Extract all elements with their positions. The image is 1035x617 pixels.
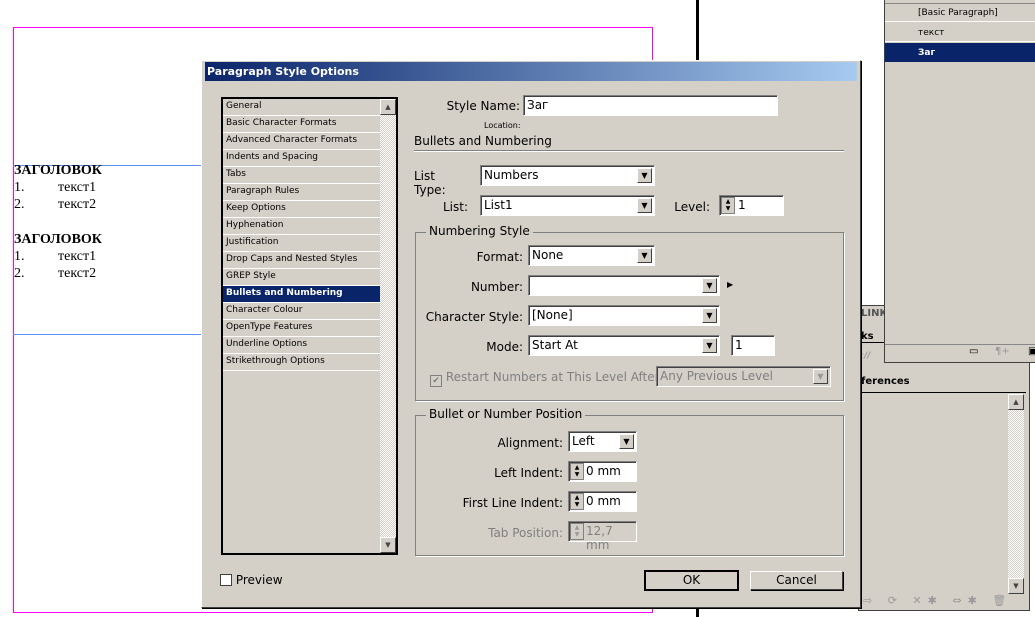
links-toolbar-icons[interactable]: ⇨ ⟳ ✕✱ ⇔✱ 🗑 [863,594,1012,607]
scroll-up-icon[interactable]: ▲ [380,99,396,115]
heading: ЗАГОЛОВОК [14,232,102,247]
group-title: Numbering Style [426,224,533,238]
checkbox-checked-icon: ✔ [430,375,442,387]
new-group-icon[interactable]: ▭ [969,346,978,357]
category-item[interactable]: Indents and Spacing [223,150,381,167]
level-stepper[interactable]: ▲ ▼ 1 [719,195,784,216]
cancel-button[interactable]: Cancel [750,571,843,590]
number-label: Number: [470,280,523,294]
group-title: Bullet or Number Position [426,407,586,421]
chevron-down-icon[interactable]: ▼ [619,434,634,449]
panel-icon[interactable]: ▣ [1028,346,1035,357]
list-label: List: [442,200,468,214]
stepper-arrows-icon[interactable]: ▲ ▼ [721,197,735,214]
paragraph-styles-panel: [Basic Paragraph] текст Заг ▭ ¶+ ▣ [884,0,1035,363]
insert-special-arrow-icon[interactable]: ▶ [727,280,733,289]
character-style-label: Character Style: [425,310,523,324]
format-select[interactable]: None ▼ [528,245,655,266]
preview-checkbox[interactable]: Preview [220,573,283,587]
start-at-input[interactable]: 1 [731,335,775,356]
style-item[interactable]: текст [885,23,1035,42]
number-input[interactable]: ▼ [528,275,720,296]
stepper-arrows-icon[interactable]: ▲ ▼ [570,493,584,510]
paragraph-style-options-dialog: Paragraph Style Options ▲ ▼ General Basic… [201,60,861,608]
numbering-style-group: Numbering Style Format: None ▼ Number: ▼ … [415,224,844,401]
heading: ЗАГОЛОВОК [14,163,102,178]
category-item[interactable]: Keep Options [223,201,381,218]
stepper-arrows-icon[interactable]: ▲ ▼ [570,463,584,480]
chevron-down-icon[interactable]: ▼ [637,168,652,183]
tab-position-stepper: ▲ ▼ 12,7 mm [568,521,637,552]
list-item: 1. текст1 [14,249,97,264]
category-scrollbar[interactable]: ▲ ▼ [380,99,396,553]
location-label: Location: [484,121,521,130]
style-name-input[interactable]: Заг [523,95,778,116]
chevron-down-icon: ▼ [813,369,828,384]
chevron-down-icon[interactable]: ▼ [702,308,717,323]
tab-position-label: Tab Position: [488,526,563,540]
chevron-down-icon[interactable]: ▼ [637,248,652,263]
bullet-number-position-group: Bullet or Number Position Alignment: Lef… [415,407,844,556]
links-path: :// [861,351,871,361]
list-item: 2. текст2 [14,197,97,212]
style-item-selected[interactable]: Заг [885,43,1035,62]
format-label: Format: [476,250,523,264]
category-item[interactable]: Character Colour [223,303,381,320]
category-item[interactable]: General [223,99,381,116]
links-section-title: ferences [861,376,1026,393]
mode-label: Mode: [486,340,523,354]
stepper-arrows-icon: ▲ ▼ [570,523,584,540]
scroll-down-icon[interactable]: ▼ [380,537,396,553]
new-style-icon[interactable]: ¶+ [995,346,1010,357]
category-item[interactable]: Strikethrough Options [223,354,381,371]
character-style-select[interactable]: [None] ▼ [528,305,720,326]
first-line-indent-stepper[interactable]: ▲ ▼ 0 mm [568,491,637,512]
scroll-down-icon[interactable]: ▼ [1008,578,1024,594]
category-item[interactable]: Justification [223,235,381,252]
checkbox-icon [220,574,232,586]
category-item[interactable]: OpenType Features [223,320,381,337]
style-name-label: Style Name: [446,99,520,113]
alignment-label: Alignment: [497,436,563,450]
category-item[interactable]: Tabs [223,167,381,184]
restart-after-select: Any Previous Level ▼ [656,366,831,387]
category-list[interactable]: ▲ ▼ General Basic Character Formats Advanc… [221,97,398,555]
category-item[interactable]: Advanced Character Formats [223,133,381,150]
ok-button[interactable]: OK [644,570,739,591]
level-label: Level: [674,200,710,214]
category-item[interactable]: Underline Options [223,337,381,354]
chevron-down-icon[interactable]: ▼ [702,338,717,353]
list-type-label: List Type: [414,169,446,197]
category-item[interactable]: Drop Caps and Nested Styles [223,252,381,269]
style-item[interactable]: [Basic Paragraph] [885,4,1035,22]
document-text[interactable]: ЗАГОЛОВОК 1. текст1 2. текст2 ЗАГОЛОВОК 1.… [14,162,199,282]
category-item[interactable]: Paragraph Rules [223,184,381,201]
scroll-up-icon[interactable]: ▲ [1008,394,1024,410]
links-scrollbar[interactable]: ▲ ▼ [1008,394,1024,594]
category-item[interactable]: Bullets and Numbering [223,286,381,303]
list-type-select[interactable]: Numbers ▼ [480,165,655,186]
dialog-title: Paragraph Style Options [205,62,857,81]
category-item[interactable]: Hyphenation [223,218,381,235]
category-item[interactable]: Basic Character Formats [223,116,381,133]
list-select[interactable]: List1 ▼ [480,195,655,216]
category-item[interactable]: GREP Style [223,269,381,286]
list-item: 2. текст2 [14,266,97,281]
first-line-indent-label: First Line Indent: [462,496,563,510]
list-item: 1. текст1 [14,180,97,195]
text-frame-bottom-edge [13,334,203,335]
section-title: Bullets and Numbering [414,134,552,148]
alignment-select[interactable]: Left ▼ [568,431,637,452]
mode-select[interactable]: Start At ▼ [528,335,720,356]
restart-numbers-checkbox[interactable]: ✔ Restart Numbers at This Level After [430,370,660,387]
left-indent-stepper[interactable]: ▲ ▼ 0 mm [568,461,637,482]
chevron-down-icon[interactable]: ▼ [702,278,717,293]
chevron-down-icon[interactable]: ▼ [637,198,652,213]
left-indent-label: Left Indent: [494,466,563,480]
